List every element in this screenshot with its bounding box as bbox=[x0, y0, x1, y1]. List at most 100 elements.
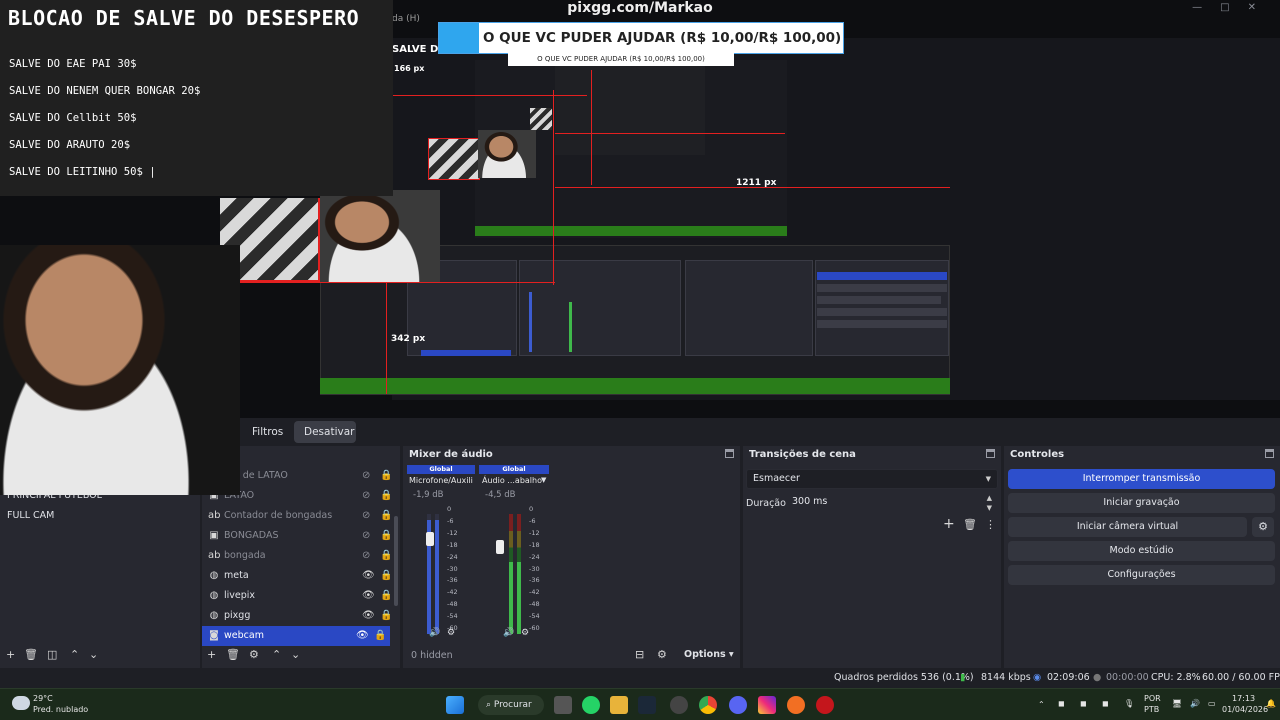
hidden-eye-icon[interactable]: ⊘ bbox=[362, 466, 370, 486]
weather-desc[interactable]: Pred. nublado bbox=[33, 705, 88, 714]
settings-button[interactable]: Configurações bbox=[1008, 565, 1275, 585]
scene-filters-icon[interactable]: ◫ bbox=[47, 648, 57, 661]
remove-transition-icon[interactable]: 🗑 bbox=[963, 518, 977, 531]
hidden-count: 0 hidden bbox=[411, 650, 453, 661]
volume-slider[interactable] bbox=[496, 540, 504, 554]
source-item[interactable]: ◍ meta 👁 🔒 bbox=[208, 566, 396, 586]
start-recording-button[interactable]: Iniciar gravação bbox=[1008, 493, 1275, 513]
filters-button[interactable]: Filtros bbox=[240, 421, 284, 443]
virtual-camera-gear-icon[interactable]: ⚙ bbox=[1252, 517, 1274, 537]
move-down-icon[interactable]: ⌄ bbox=[89, 648, 98, 661]
obs-icon[interactable] bbox=[670, 696, 688, 714]
source-properties-icon[interactable]: ⚙ bbox=[249, 648, 259, 661]
clock-time[interactable]: 17:13 bbox=[1232, 694, 1255, 703]
channel-dropdown-icon[interactable]: ▼ bbox=[541, 476, 546, 484]
battery-icon[interactable]: ▭ bbox=[1208, 699, 1216, 708]
soundcloud-icon[interactable] bbox=[787, 696, 805, 714]
volume-slider[interactable] bbox=[426, 532, 434, 546]
virtual-camera-button[interactable]: Iniciar câmera virtual bbox=[1008, 517, 1247, 537]
duration-label: Duração bbox=[746, 498, 786, 509]
dock-float-icon[interactable] bbox=[986, 449, 995, 458]
volume-icon[interactable]: 🔊 bbox=[1190, 699, 1200, 708]
cpu-usage: CPU: 2.8% bbox=[1151, 672, 1201, 683]
clock-date[interactable]: 01/04/2026 bbox=[1222, 705, 1268, 714]
studio-mode-button[interactable]: Modo estúdio bbox=[1008, 541, 1275, 561]
source-item[interactable]: ◍ livepix 👁 🔒 bbox=[208, 586, 396, 606]
instagram-icon[interactable] bbox=[758, 696, 776, 714]
lock-icon[interactable]: 🔒 bbox=[380, 526, 392, 546]
network-icon[interactable]: 🖥 bbox=[1172, 699, 1182, 708]
language-2[interactable]: PTB bbox=[1144, 705, 1159, 714]
mixer-advanced-icon[interactable]: ⚙ bbox=[657, 648, 667, 661]
sources-scrollbar[interactable] bbox=[394, 516, 398, 606]
hidden-eye-icon[interactable]: ⊘ bbox=[362, 486, 370, 506]
weather-temp[interactable]: 29°C bbox=[33, 694, 53, 703]
lock-icon[interactable]: 🔒 bbox=[380, 486, 392, 506]
hidden-eye-icon[interactable]: ⊘ bbox=[362, 526, 370, 546]
tray-app-icon[interactable]: ◼ bbox=[1080, 699, 1087, 708]
discord-icon[interactable] bbox=[729, 696, 747, 714]
eye-icon[interactable]: 👁 bbox=[356, 626, 369, 646]
add-scene-icon[interactable]: + bbox=[6, 648, 15, 661]
lock-icon[interactable]: 🔒 bbox=[380, 566, 392, 586]
lock-icon[interactable]: 🔒 bbox=[380, 586, 392, 606]
source-item[interactable]: ab Contador de bongadas ⊘ 🔒 bbox=[208, 506, 396, 526]
add-source-icon[interactable]: + bbox=[207, 648, 216, 661]
dock-float-icon[interactable] bbox=[725, 449, 734, 458]
disable-button[interactable]: Desativar bbox=[294, 421, 356, 443]
window-controls[interactable]: —□✕ bbox=[1192, 2, 1274, 13]
transition-menu-icon[interactable]: ⋮ bbox=[985, 518, 996, 531]
task-view-icon[interactable] bbox=[554, 696, 572, 714]
source-item[interactable]: ▣ BONGADAS ⊘ 🔒 bbox=[208, 526, 396, 546]
lock-icon[interactable]: 🔒 bbox=[380, 606, 392, 626]
source-item[interactable]: ab bongada ⊘ 🔒 bbox=[208, 546, 396, 566]
chrome-icon[interactable] bbox=[699, 696, 717, 714]
remove-source-icon[interactable]: 🗑 bbox=[226, 648, 240, 661]
source-label: bongada bbox=[224, 550, 266, 561]
language-1[interactable]: POR bbox=[1144, 694, 1161, 703]
tray-expand-icon[interactable]: ⌃ bbox=[1038, 700, 1045, 709]
lock-icon[interactable]: 🔒 bbox=[380, 506, 392, 526]
add-transition-icon[interactable]: + bbox=[943, 516, 955, 532]
eye-icon[interactable]: 👁 bbox=[362, 606, 375, 626]
duration-input[interactable]: 300 ms ▲ ▼ bbox=[786, 493, 998, 513]
windows-start-icon[interactable] bbox=[446, 696, 464, 714]
source-item-selected[interactable]: ◙ webcam 👁 🔒 bbox=[202, 626, 390, 646]
mixer-settings-icon[interactable]: ⚙ bbox=[521, 628, 529, 638]
eye-icon[interactable]: 👁 bbox=[362, 566, 375, 586]
notifications-icon[interactable]: 🔔 bbox=[1266, 699, 1276, 708]
whatsapp-icon[interactable] bbox=[582, 696, 600, 714]
options-menu[interactable]: Options ▾ bbox=[684, 649, 734, 660]
dock-float-icon[interactable] bbox=[1265, 449, 1274, 458]
transition-select[interactable]: Esmaecer ▼ bbox=[746, 469, 998, 489]
lock-icon[interactable]: 🔒 bbox=[380, 466, 392, 486]
scene-item[interactable]: FULL CAM bbox=[7, 506, 54, 526]
remove-scene-icon[interactable]: 🗑 bbox=[24, 648, 38, 661]
lock-icon[interactable]: 🔒 bbox=[380, 546, 392, 566]
eye-icon[interactable]: 👁 bbox=[362, 586, 375, 606]
steam-icon[interactable] bbox=[638, 696, 656, 714]
banner-accent bbox=[439, 23, 479, 53]
lock-icon[interactable]: 🔒 bbox=[374, 626, 386, 646]
mixer-settings-icon[interactable]: ⚙ bbox=[447, 628, 455, 638]
stop-stream-button[interactable]: Interromper transmissão bbox=[1008, 469, 1275, 489]
mixer-layout-icon[interactable]: ⊟ bbox=[635, 648, 644, 661]
speaker-icon[interactable]: 🔊 bbox=[503, 628, 514, 638]
taskbar-search[interactable]: ⌕ Procurar bbox=[478, 695, 544, 715]
channel-name[interactable]: Microfone/Auxili bbox=[409, 476, 473, 485]
weather-icon[interactable] bbox=[12, 696, 30, 710]
hidden-eye-icon[interactable]: ⊘ bbox=[362, 546, 370, 566]
hidden-eye-icon[interactable]: ⊘ bbox=[362, 506, 370, 526]
move-down-icon[interactable]: ⌄ bbox=[291, 648, 300, 661]
channel-global-badge: Global bbox=[479, 465, 549, 474]
speaker-icon[interactable]: 🔊 bbox=[429, 628, 440, 638]
app-icon[interactable] bbox=[816, 696, 834, 714]
tray-discord-icon[interactable]: ◼ bbox=[1058, 699, 1065, 708]
tray-obs-icon[interactable]: ◼ bbox=[1102, 699, 1109, 708]
move-up-icon[interactable]: ⌃ bbox=[272, 648, 281, 661]
microphone-icon[interactable]: 🎙 bbox=[1124, 699, 1134, 708]
move-up-icon[interactable]: ⌃ bbox=[70, 648, 79, 661]
file-explorer-icon[interactable] bbox=[610, 696, 628, 714]
source-item[interactable]: ◍ pixgg 👁 🔒 bbox=[208, 606, 396, 626]
channel-name[interactable]: Áudio ...abalho bbox=[482, 476, 542, 485]
